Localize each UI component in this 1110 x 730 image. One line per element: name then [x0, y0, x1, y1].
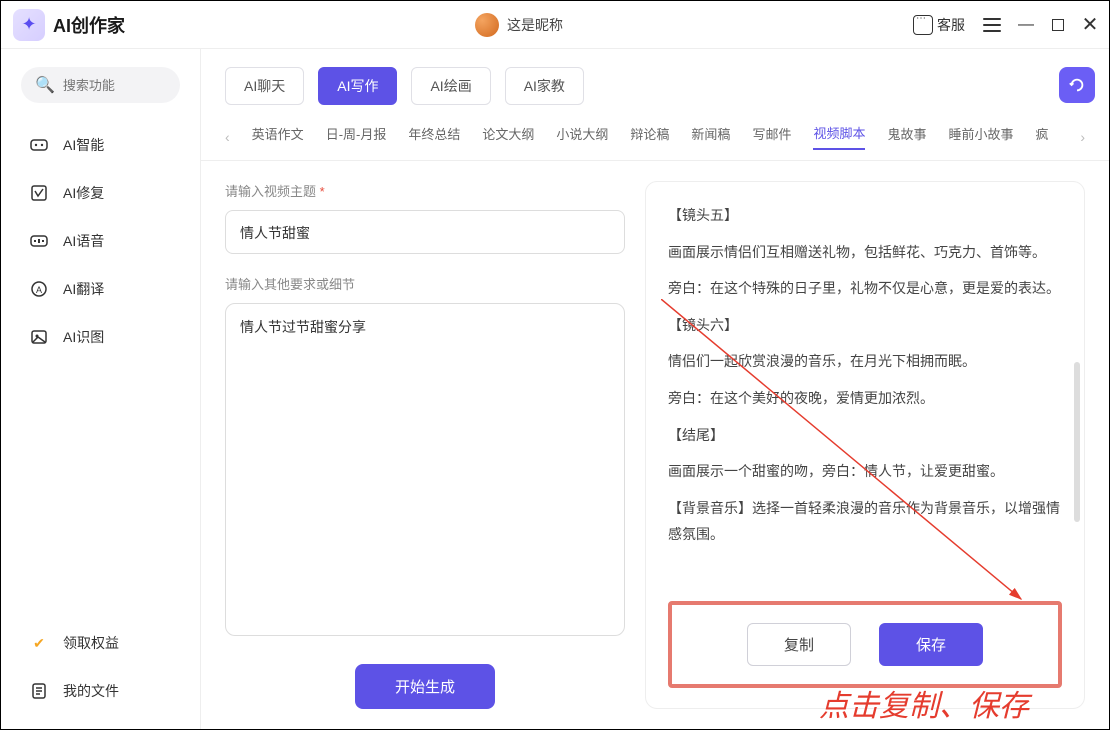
voice-icon	[29, 231, 49, 251]
sidebar-item-label: 我的文件	[63, 681, 119, 701]
output-line: 【结尾】	[668, 422, 1062, 449]
sidebar-item-ai-image[interactable]: AI识图	[1, 313, 200, 361]
search-icon: 🔍	[35, 75, 55, 95]
output-scrollbar[interactable]	[1074, 362, 1080, 522]
chat-icon	[913, 15, 933, 35]
save-button[interactable]: 保存	[879, 623, 983, 666]
tab-ai-write[interactable]: AI写作	[318, 67, 397, 105]
translate-icon: A	[29, 279, 49, 299]
app-window: ✦ AI创作家 这是昵称 客服 — ✕ 🔍 AI智能	[0, 0, 1110, 730]
titlebar: ✦ AI创作家 这是昵称 客服 — ✕	[1, 1, 1109, 49]
tab-ai-chat[interactable]: AI聊天	[225, 67, 304, 105]
search-input[interactable]	[63, 78, 166, 93]
app-title: AI创作家	[53, 12, 125, 38]
tab-ai-tutor[interactable]: AI家教	[505, 67, 584, 105]
output-line: 【镜头五】	[668, 202, 1062, 229]
subtab-debate[interactable]: 辩论稿	[630, 124, 669, 149]
topic-input[interactable]: 情人节甜蜜	[225, 210, 625, 254]
close-button[interactable]: ✕	[1083, 18, 1097, 32]
subtab-next[interactable]: ›	[1080, 129, 1085, 145]
sidebar-item-files[interactable]: 我的文件	[1, 667, 200, 715]
history-icon	[1068, 76, 1086, 94]
output-line: 情侣们一起欣赏浪漫的音乐，在月光下相拥而眠。	[668, 348, 1062, 375]
image-icon	[29, 327, 49, 347]
subtab-novel[interactable]: 小说大纲	[556, 124, 608, 149]
sidebar-item-label: AI识图	[63, 327, 104, 347]
app-logo-icon: ✦	[13, 9, 45, 41]
output-line: 旁白：在这个美好的夜晚，爱情更加浓烈。	[668, 385, 1062, 412]
topic-label: 请输入视频主题 *	[225, 181, 625, 200]
sidebar-item-label: AI智能	[63, 135, 104, 155]
copy-button[interactable]: 复制	[747, 623, 851, 666]
subtab-summary[interactable]: 年终总结	[408, 124, 460, 149]
content: 请输入视频主题 * 情人节甜蜜 请输入其他要求或细节 情人节过节甜蜜分享 开始生…	[201, 161, 1109, 729]
actions-highlight: 复制 保存	[668, 601, 1062, 688]
generate-button[interactable]: 开始生成	[355, 664, 495, 709]
sidebar-item-label: AI修复	[63, 183, 104, 203]
annotation-text: 点击复制、保存	[819, 681, 1029, 725]
subtabs: ‹ 英语作文 日-周-月报 年终总结 论文大纲 小说大纲 辩论稿 新闻稿 写邮件…	[201, 105, 1109, 161]
sidebar-item-ai-repair[interactable]: AI修复	[1, 169, 200, 217]
kefu-label: 客服	[937, 15, 965, 35]
user-nickname: 这是昵称	[507, 15, 563, 35]
output-line: 【镜头六】	[668, 312, 1062, 339]
sidebar-item-label: 领取权益	[63, 633, 119, 653]
output-line: 画面展示一个甜蜜的吻，旁白：情人节，让爱更甜蜜。	[668, 458, 1062, 485]
subtab-news[interactable]: 新闻稿	[691, 124, 730, 149]
menu-icon[interactable]	[983, 18, 1001, 32]
sidebar-item-ai-voice[interactable]: AI语音	[1, 217, 200, 265]
sidebar: 🔍 AI智能 AI修复 AI语音 A AI翻译 AI识图	[1, 49, 201, 729]
minimize-button[interactable]: —	[1019, 18, 1033, 32]
maximize-button[interactable]	[1051, 18, 1065, 32]
subtab-ghost[interactable]: 鬼故事	[887, 124, 926, 149]
subtab-english[interactable]: 英语作文	[252, 124, 304, 149]
input-panel: 请输入视频主题 * 情人节甜蜜 请输入其他要求或细节 情人节过节甜蜜分享 开始生…	[225, 181, 625, 709]
file-icon	[29, 681, 49, 701]
tab-ai-draw[interactable]: AI绘画	[411, 67, 490, 105]
subtab-more[interactable]: 疯	[1036, 124, 1049, 149]
body: 🔍 AI智能 AI修复 AI语音 A AI翻译 AI识图	[1, 49, 1109, 729]
subtab-bedtime[interactable]: 睡前小故事	[948, 124, 1013, 149]
ai-icon	[29, 135, 49, 155]
titlebar-right: 客服 — ✕	[913, 15, 1097, 35]
benefits-icon: ✔	[29, 633, 49, 653]
top-tabs: AI聊天 AI写作 AI绘画 AI家教	[201, 49, 1109, 105]
output-panel: 【镜头五】 画面展示情侣们互相赠送礼物，包括鲜花、巧克力、首饰等。 旁白：在这个…	[645, 181, 1085, 709]
subtab-prev[interactable]: ‹	[225, 129, 230, 145]
detail-label: 请输入其他要求或细节	[225, 274, 625, 293]
output-line: 旁白：在这个特殊的日子里，礼物不仅是心意，更是爱的表达。	[668, 275, 1062, 302]
svg-text:A: A	[36, 285, 42, 295]
sidebar-item-benefits[interactable]: ✔ 领取权益	[1, 619, 200, 667]
detail-textarea[interactable]: 情人节过节甜蜜分享	[225, 303, 625, 636]
output-text: 【镜头五】 画面展示情侣们互相赠送礼物，包括鲜花、巧克力、首饰等。 旁白：在这个…	[668, 202, 1062, 593]
output-line: 画面展示情侣们互相赠送礼物，包括鲜花、巧克力、首饰等。	[668, 239, 1062, 266]
subtab-thesis[interactable]: 论文大纲	[482, 124, 534, 149]
sidebar-item-label: AI翻译	[63, 279, 104, 299]
search-box[interactable]: 🔍	[21, 67, 180, 103]
history-button[interactable]	[1059, 67, 1095, 103]
repair-icon	[29, 183, 49, 203]
subtab-email[interactable]: 写邮件	[752, 124, 791, 149]
subtab-report[interactable]: 日-周-月报	[326, 124, 387, 149]
sidebar-item-label: AI语音	[63, 231, 104, 251]
customer-service-button[interactable]: 客服	[913, 15, 965, 35]
sidebar-item-ai-smart[interactable]: AI智能	[1, 121, 200, 169]
titlebar-center: 这是昵称	[125, 13, 913, 37]
user-avatar[interactable]	[475, 13, 499, 37]
output-line: 【背景音乐】选择一首轻柔浪漫的音乐作为背景音乐，以增强情感氛围。	[668, 495, 1062, 548]
sidebar-item-ai-translate[interactable]: A AI翻译	[1, 265, 200, 313]
main: AI聊天 AI写作 AI绘画 AI家教 ‹ 英语作文 日-周-月报 年终总结 论…	[201, 49, 1109, 729]
subtab-video-script[interactable]: 视频脚本	[813, 123, 865, 150]
